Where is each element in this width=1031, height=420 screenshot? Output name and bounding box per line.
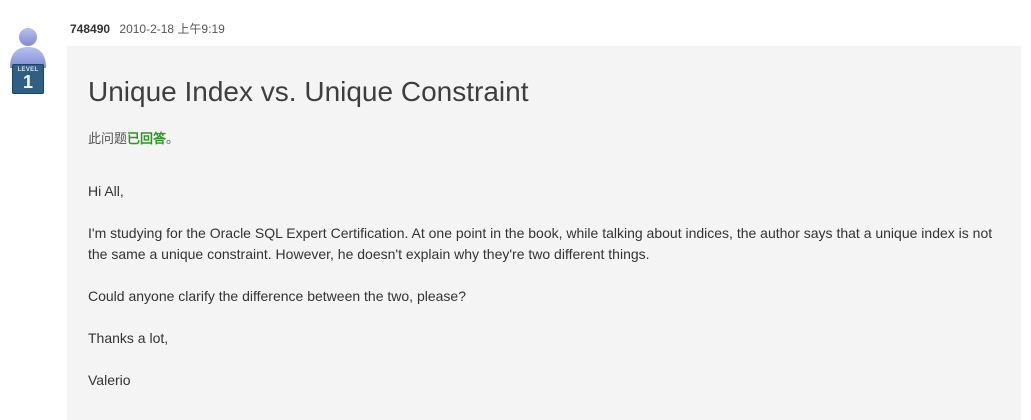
post-paragraph: Thanks a lot, [88,330,169,346]
post-paragraph: Valerio [88,372,131,388]
author-avatar-block[interactable]: LEVEL 1 [4,24,50,96]
post-paragraph: Hi All, [88,183,124,199]
answered-link[interactable]: 已回答 [127,131,166,146]
author-username-link[interactable]: 748490 [70,22,110,36]
post-paragraph: Could anyone clarify the difference betw… [88,288,466,304]
level-badge-icon: LEVEL 1 [12,64,44,94]
post-paragraph: I'm studying for the Oracle SQL Expert C… [88,225,993,262]
level-number: 1 [22,72,33,92]
forum-post-page: LEVEL 1 748490 2010-2-18 上午9:19 Unique I… [0,0,1031,420]
answered-status-suffix: 。 [166,131,180,146]
answered-status: 此问题已回答。 [88,130,179,148]
answered-status-prefix: 此问题 [88,131,128,146]
post-meta: 748490 2010-2-18 上午9:19 [70,21,225,37]
user-avatar-icon[interactable] [6,24,50,68]
post-title: Unique Index vs. Unique Constraint [88,76,529,107]
post-content-panel: Unique Index vs. Unique Constraint 此问题已回… [67,46,1021,420]
post-timestamp: 2010-2-18 上午9:19 [119,22,225,36]
post-body: Hi All, I'm studying for the Oracle SQL … [88,181,1008,412]
